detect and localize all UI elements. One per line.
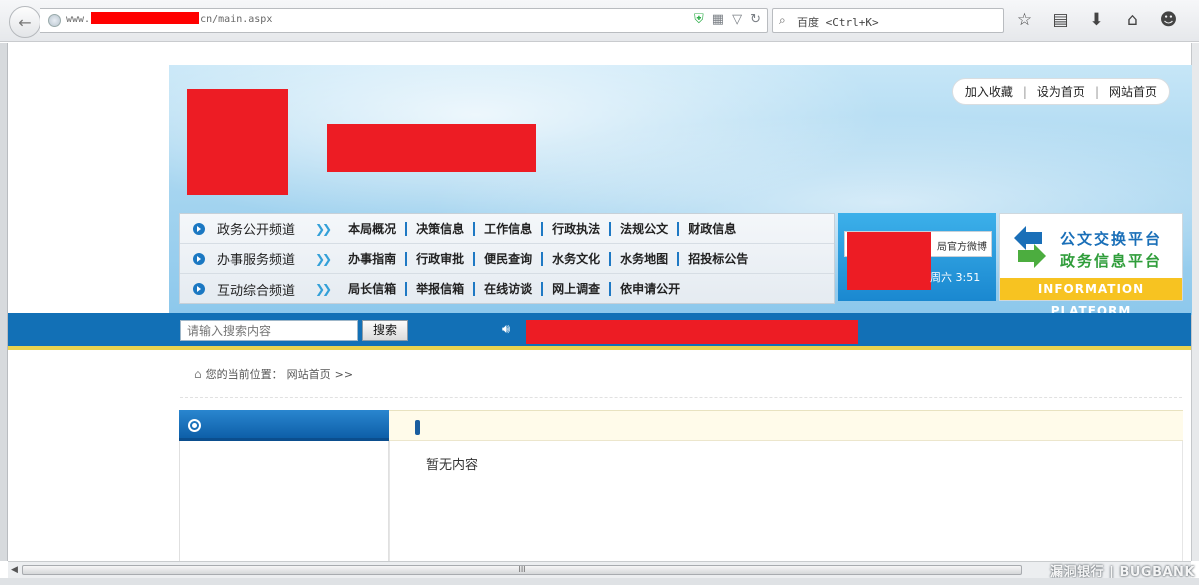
menu-link[interactable]: 局长信箱 <box>339 282 408 296</box>
redacted-logo <box>187 89 288 195</box>
platform-band: INFORMATION PLATFORM <box>1000 278 1182 318</box>
qr-icon[interactable]: ▦ <box>712 12 724 27</box>
menu-link[interactable]: 本局概况 <box>339 221 408 236</box>
breadcrumb-prefix: 您的当前位置： <box>205 368 283 381</box>
menu-link[interactable]: 财政信息 <box>679 222 745 236</box>
browser-search-box[interactable]: ⌕ 百度 <Ctrl+K> <box>772 8 1004 33</box>
double-chevron-icon: ❯❯ <box>315 221 332 236</box>
double-chevron-icon: ❯❯ <box>315 251 332 266</box>
speaker-icon: 🔊︎ <box>502 322 511 337</box>
page-viewport: 加入收藏 | 设为首页 | 网站首页 政务公开频道 ❯❯ 本局概况 决策信息 工… <box>0 43 1199 561</box>
weibo-box[interactable]: 局官方微博 周六 3:51 <box>838 213 996 301</box>
site-search-input[interactable] <box>180 320 358 341</box>
download-icon[interactable]: ⬇ <box>1086 10 1107 30</box>
menu-link[interactable]: 法规公文 <box>611 221 680 236</box>
exchange-arrow-icon <box>1014 226 1046 268</box>
empty-content-text: 暂无内容 <box>426 458 479 473</box>
star-icon[interactable]: ☆ <box>1014 10 1035 30</box>
platform-title-1: 公文交换平台 <box>1060 230 1163 248</box>
home-outline-icon: ⌂ <box>194 367 202 381</box>
channel-menu: 政务公开频道 ❯❯ 本局概况 决策信息 工作信息 行政执法 法规公文 财政信息 … <box>179 213 835 304</box>
radio-dot-icon <box>188 419 201 432</box>
menu-link[interactable]: 依申请公开 <box>611 282 689 296</box>
arrow-circle-icon <box>193 222 205 235</box>
home-icon[interactable]: ⌂ <box>1122 10 1143 30</box>
redacted-site-title <box>327 124 536 172</box>
redacted-notice <box>526 320 858 344</box>
browser-search-placeholder: 百度 <Ctrl+K> <box>797 16 879 29</box>
breadcrumb-arrows: >> <box>334 367 354 381</box>
breadcrumb-home-link[interactable]: 网站首页 <box>287 366 331 382</box>
chat-icon[interactable]: ☻ <box>1158 10 1179 30</box>
menu-link[interactable]: 举报信箱 <box>407 282 476 296</box>
channel-title[interactable]: 互动综合频道 <box>217 280 315 299</box>
top-links: 加入收藏 | 设为首页 | 网站首页 <box>951 78 1170 105</box>
breadcrumb: ⌂ 您的当前位置： 网站首页 >> <box>180 354 1182 398</box>
left-edge <box>0 43 8 561</box>
dropdown-icon[interactable]: ▽ <box>732 12 742 27</box>
redacted-weibo-logo <box>847 232 931 290</box>
search-button[interactable]: 搜索 <box>362 320 408 341</box>
arrow-circle-icon <box>193 283 205 295</box>
scroll-thumb[interactable]: III <box>22 565 1022 575</box>
right-panel-header <box>389 410 1183 441</box>
set-homepage-link[interactable]: 设为首页 <box>1037 83 1085 100</box>
menu-link[interactable]: 行政执法 <box>543 221 612 236</box>
window-bottom-border <box>0 578 1199 585</box>
globe-icon <box>48 14 61 27</box>
browser-toolbar: ← www. cn/main.aspx ⛨ ▦ ▽ ↻ ⌕ 百度 <Ctrl+K>… <box>0 0 1199 42</box>
address-bar[interactable]: www. cn/main.aspx ⛨ ▦ ▽ ↻ <box>40 8 768 33</box>
menu-row-gov-open: 政务公开频道 ❯❯ 本局概况 决策信息 工作信息 行政执法 法规公文 财政信息 <box>180 214 834 244</box>
vertical-scrollbar[interactable] <box>1191 43 1199 561</box>
add-favorite-link[interactable]: 加入收藏 <box>965 83 1013 100</box>
document-platform-link[interactable]: 公文交换平台 政务信息平台 INFORMATION PLATFORM <box>999 213 1183 318</box>
channel-title[interactable]: 政务公开频道 <box>217 219 315 238</box>
search-band: 搜索 🔊︎ <box>8 313 1191 350</box>
reading-list-icon[interactable]: ▤ <box>1050 10 1071 30</box>
arrow-circle-icon <box>193 252 205 265</box>
menu-link[interactable]: 办事指南 <box>339 251 408 266</box>
section-marker <box>415 420 420 435</box>
left-panel-header <box>179 410 389 441</box>
shield-icon[interactable]: ⛨ <box>694 12 704 27</box>
weibo-time: 周六 3:51 <box>930 271 981 284</box>
site-home-link[interactable]: 网站首页 <box>1109 83 1157 100</box>
menu-link[interactable]: 在线访谈 <box>475 282 544 296</box>
menu-row-interactive: 互动综合频道 ❯❯ 局长信箱 举报信箱 在线访谈 网上调查 依申请公开 <box>180 274 834 304</box>
menu-link[interactable]: 水务文化 <box>543 251 612 266</box>
menu-link[interactable]: 水务地图 <box>611 251 680 266</box>
menu-row-services: 办事服务频道 ❯❯ 办事指南 行政审批 便民查询 水务文化 水务地图 招投标公告 <box>180 244 834 274</box>
back-icon: ← <box>18 12 32 32</box>
url-text: www. cn/main.aspx <box>66 12 273 25</box>
menu-link[interactable]: 决策信息 <box>407 221 476 236</box>
menu-link[interactable]: 网上调查 <box>543 282 612 296</box>
back-button[interactable]: ← <box>9 6 41 38</box>
search-icon: ⌕ <box>779 13 786 27</box>
menu-link[interactable]: 便民查询 <box>475 251 544 266</box>
menu-link[interactable]: 工作信息 <box>475 221 544 236</box>
reload-icon[interactable]: ↻ <box>750 12 761 27</box>
scroll-left-icon[interactable]: ◀ <box>11 565 18 575</box>
double-chevron-icon: ❯❯ <box>315 282 332 296</box>
channel-title[interactable]: 办事服务频道 <box>217 249 315 268</box>
menu-link[interactable]: 招投标公告 <box>679 252 757 266</box>
site-banner: 加入收藏 | 设为首页 | 网站首页 政务公开频道 ❯❯ 本局概况 决策信息 工… <box>169 65 1192 318</box>
horizontal-scrollbar[interactable]: ◀ III <box>8 561 1191 578</box>
menu-link[interactable]: 行政审批 <box>407 251 476 266</box>
redacted-host <box>91 12 200 24</box>
platform-title-2: 政务信息平台 <box>1060 252 1163 270</box>
